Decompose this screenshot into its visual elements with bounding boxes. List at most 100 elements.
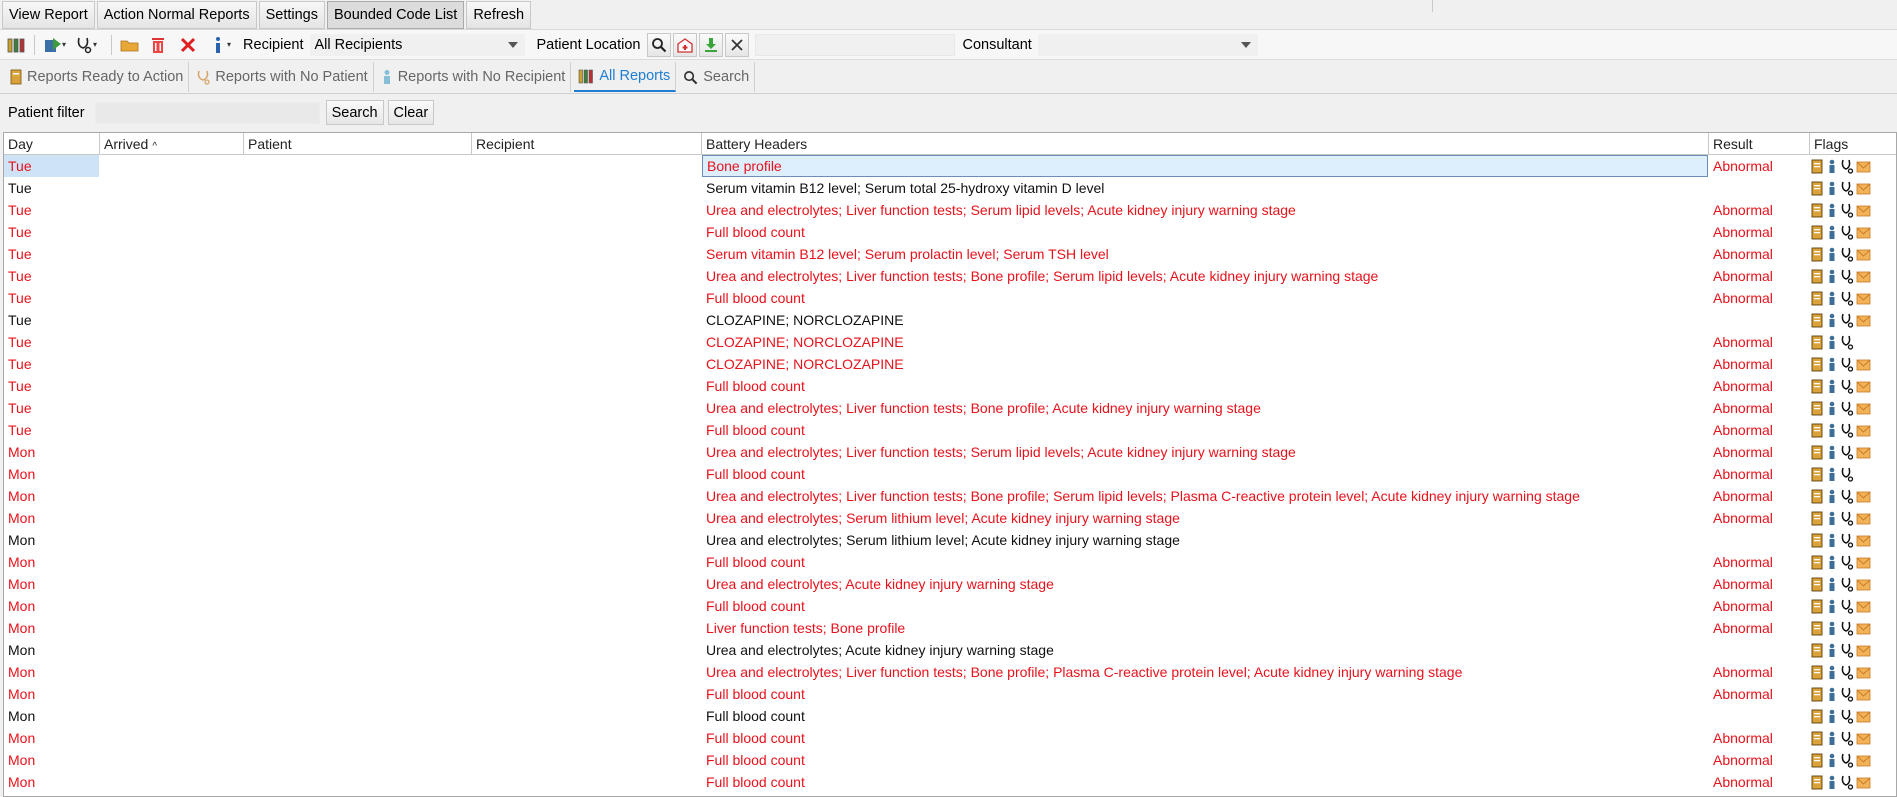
info-icon[interactable] [208, 35, 228, 55]
cell-arrived [100, 529, 243, 551]
location-search-button[interactable] [646, 32, 671, 57]
table-row[interactable]: Mon Full blood count Abnormal [4, 595, 1896, 617]
table-row[interactable]: Tue Full blood count Abnormal [4, 287, 1896, 309]
report-flag-icon [1810, 642, 1824, 658]
cell-result: Abnormal [1713, 620, 1773, 636]
table-row[interactable]: Tue CLOZAPINE; NORCLOZAPINE [4, 309, 1896, 331]
cell-result: Abnormal [1713, 158, 1773, 174]
patient-flag-icon [1825, 708, 1839, 724]
cell-battery-headers: Urea and electrolytes; Liver function te… [706, 268, 1379, 284]
table-row[interactable]: Mon Full blood count Abnormal [4, 683, 1896, 705]
bounded-code-list-button[interactable]: Bounded Code List [326, 1, 465, 29]
cell-patient [244, 485, 471, 507]
cell-flags [1810, 353, 1896, 375]
stethoscope-flag-icon [1840, 378, 1854, 394]
report-flag-icon [1810, 224, 1824, 240]
chevron-down-icon [507, 41, 518, 48]
cell-battery-headers: CLOZAPINE; NORCLOZAPINE [706, 334, 904, 350]
table-row[interactable]: Tue Urea and electrolytes; Liver function… [4, 397, 1896, 419]
recipient-select[interactable]: All Recipients [309, 33, 525, 56]
column-header-day[interactable]: Day [4, 133, 100, 154]
cell-arrived [100, 507, 243, 529]
cell-battery-headers: Full blood count [706, 378, 805, 394]
consultant-select[interactable] [1037, 33, 1258, 56]
filter-clear-button[interactable]: Clear [387, 100, 435, 125]
table-row[interactable]: Mon Urea and electrolytes; Acute kidney i… [4, 639, 1896, 661]
test-tubes-icon[interactable] [6, 35, 26, 55]
cell-result: Abnormal [1713, 730, 1773, 746]
delete-icon[interactable] [148, 35, 168, 55]
report-flag-icon [1810, 158, 1824, 174]
patient-flag-icon [1825, 180, 1839, 196]
column-header-patient[interactable]: Patient [244, 133, 472, 154]
tab-search[interactable]: Search [679, 62, 756, 92]
location-download-button[interactable] [698, 32, 723, 57]
table-row[interactable]: Mon Urea and electrolytes; Acute kidney i… [4, 573, 1896, 595]
settings-button[interactable]: Settings [258, 1, 325, 29]
close-icon[interactable] [178, 35, 198, 55]
column-header-arrived[interactable]: Arrived ^ [100, 133, 244, 154]
cell-day: Tue [8, 268, 32, 284]
table-row[interactable]: Mon Urea and electrolytes; Liver function… [4, 485, 1896, 507]
filter-search-button[interactable]: Search [325, 100, 384, 125]
table-row[interactable]: Tue Full blood count Abnormal [4, 221, 1896, 243]
column-header-patient-label: Patient [248, 136, 292, 152]
refresh-button[interactable]: Refresh [466, 1, 532, 29]
table-row[interactable]: Mon Full blood count [4, 705, 1896, 727]
column-header-flags[interactable]: Flags [1810, 133, 1896, 154]
patient-filter-input[interactable] [94, 101, 320, 124]
tab-all-reports[interactable]: All Reports [574, 62, 677, 92]
table-row[interactable]: Mon Urea and electrolytes; Liver function… [4, 661, 1896, 683]
tab-no-patient[interactable]: Reports with No Patient [192, 62, 374, 92]
table-row[interactable]: Tue Serum vitamin B12 level; Serum total … [4, 177, 1896, 199]
table-row[interactable]: Tue Urea and electrolytes; Liver function… [4, 199, 1896, 221]
column-header-battery[interactable]: Battery Headers [702, 133, 1709, 154]
cell-recipient [472, 595, 701, 617]
tab-no-patient-label: Reports with No Patient [215, 69, 368, 85]
table-row[interactable]: Mon Full blood count Abnormal [4, 771, 1896, 793]
cell-day: Mon [8, 532, 36, 548]
table-row[interactable]: Mon Full blood count Abnormal [4, 727, 1896, 749]
stethoscope-icon[interactable] [74, 35, 94, 55]
location-clear-button[interactable] [724, 32, 749, 57]
cell-arrived [100, 463, 243, 485]
table-row[interactable]: Tue CLOZAPINE; NORCLOZAPINE Abnormal [4, 353, 1896, 375]
table-row[interactable]: Tue Bone profile Abnormal [4, 155, 1896, 177]
table-row[interactable]: Tue Serum vitamin B12 level; Serum prolac… [4, 243, 1896, 265]
patient-location-field[interactable] [754, 33, 955, 56]
table-row[interactable]: Tue Urea and electrolytes; Liver function… [4, 265, 1896, 287]
table-row[interactable]: Mon Full blood count Abnormal [4, 463, 1896, 485]
table-row[interactable]: Mon Urea and electrolytes; Serum lithium … [4, 529, 1896, 551]
table-row[interactable]: Mon Urea and electrolytes; Liver function… [4, 441, 1896, 463]
table-row[interactable]: Mon Full blood count Abnormal [4, 551, 1896, 573]
table-header: Day Arrived ^ Patient Recipient Battery H… [4, 133, 1896, 155]
tab-no-recipient[interactable]: Reports with No Recipient [377, 62, 572, 92]
forward-report-icon[interactable] [43, 35, 63, 55]
patient-flag-icon [1825, 290, 1839, 306]
column-header-result[interactable]: Result [1709, 133, 1810, 154]
location-hospital-button[interactable] [672, 32, 697, 57]
cell-day: Mon [8, 444, 36, 460]
cell-recipient [472, 661, 701, 683]
cell-patient [244, 243, 471, 265]
table-row[interactable]: Mon Urea and electrolytes; Serum lithium … [4, 507, 1896, 529]
tab-reports-ready[interactable]: Reports Ready to Action [6, 62, 190, 92]
stethoscope-flag-icon [1840, 708, 1854, 724]
report-flag-icon [1810, 444, 1824, 460]
column-header-recipient[interactable]: Recipient [472, 133, 702, 154]
toolbar-separator [34, 34, 35, 55]
action-normal-reports-button[interactable]: Action Normal Reports [96, 1, 257, 29]
table-row[interactable]: Tue Full blood count Abnormal [4, 419, 1896, 441]
table-row[interactable]: Mon Liver function tests; Bone profile Abn… [4, 617, 1896, 639]
cell-battery-headers: Urea and electrolytes; Liver function te… [706, 444, 1296, 460]
view-report-button[interactable]: View Report [2, 1, 95, 29]
tab-search-label: Search [703, 69, 750, 85]
cell-result: Abnormal [1713, 774, 1773, 790]
open-folder-icon[interactable] [120, 35, 140, 55]
filter-search-label: Search [331, 104, 378, 121]
table-row[interactable]: Tue CLOZAPINE; NORCLOZAPINE Abnormal [4, 331, 1896, 353]
cell-patient [244, 265, 471, 287]
stethoscope-flag-icon [1840, 554, 1854, 570]
table-row[interactable]: Mon Full blood count Abnormal [4, 749, 1896, 771]
table-row[interactable]: Tue Full blood count Abnormal [4, 375, 1896, 397]
